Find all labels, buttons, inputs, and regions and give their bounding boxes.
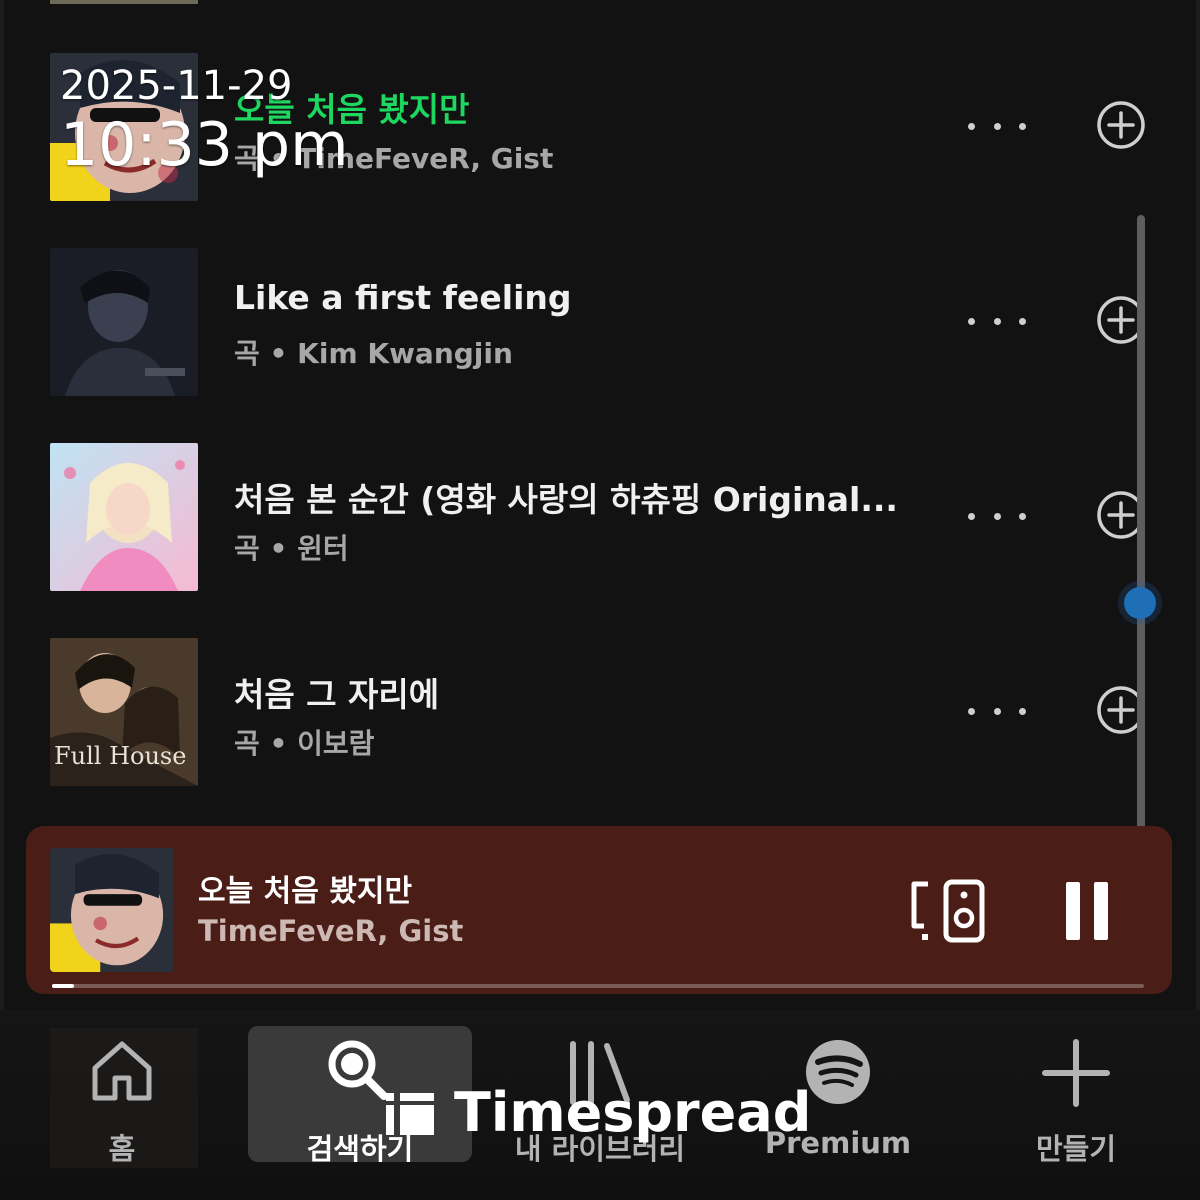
timestamp-time: 10:33 pm: [60, 110, 349, 180]
now-playing-art: [50, 848, 174, 972]
home-icon: [92, 1041, 152, 1101]
pause-button[interactable]: [1062, 882, 1112, 942]
nav-home[interactable]: 홈: [60, 1010, 184, 1180]
nav-create[interactable]: 만들기: [1020, 1010, 1132, 1180]
track-title: 처음 그 자리에: [234, 675, 440, 714]
add-circle-icon[interactable]: [1096, 100, 1146, 150]
more-options-button[interactable]: [968, 306, 1026, 336]
playback-progress-fill: [52, 984, 74, 988]
connect-device-icon[interactable]: [910, 878, 988, 944]
partial-album-art: [50, 0, 198, 4]
playback-progress-bar[interactable]: [52, 984, 1144, 988]
track-row[interactable]: 처음 본 순간 (영화 사랑의 하츄핑 Original... 곡 • 윈터: [0, 443, 1200, 593]
now-playing-artist: TimeFeveR, Gist: [198, 914, 464, 948]
scrollbar-thumb[interactable]: [1124, 587, 1156, 619]
timespread-logo-icon: [386, 1093, 434, 1135]
timestamp-overlay: 2025-11-29 10:33 pm: [60, 62, 349, 180]
track-title: Like a first feeling: [234, 278, 572, 317]
nav-label: 홈: [108, 1132, 136, 1166]
mini-player[interactable]: 오늘 처음 봤지만 TimeFeveR, Gist: [26, 826, 1172, 994]
plus-icon: [1042, 1039, 1110, 1107]
nav-label: 만들기: [1035, 1132, 1117, 1166]
track-subtitle: 곡 • 윈터: [234, 532, 349, 565]
track-subtitle: 곡 • 이보람: [234, 727, 375, 760]
album-art-caption: Full House: [54, 742, 187, 770]
track-row[interactable]: Like a first feeling 곡 • Kim Kwangjin: [0, 248, 1200, 398]
spotify-icon: [806, 1040, 870, 1104]
track-row[interactable]: Full House 처음 그 자리에 곡 • 이보람: [0, 638, 1200, 788]
album-art: [50, 248, 198, 396]
track-title: 처음 본 순간 (영화 사랑의 하츄핑 Original...: [234, 480, 898, 519]
timespread-watermark: Timespread: [386, 1080, 812, 1144]
more-options-button[interactable]: [968, 696, 1026, 726]
album-art: Full House: [50, 638, 198, 786]
now-playing-title: 오늘 처음 봤지만: [198, 874, 413, 909]
watermark-text: Timespread: [454, 1080, 812, 1144]
timestamp-date: 2025-11-29: [60, 63, 293, 109]
album-art: [50, 443, 198, 591]
more-options-button[interactable]: [968, 111, 1026, 141]
more-options-button[interactable]: [968, 501, 1026, 531]
track-subtitle: 곡 • Kim Kwangjin: [234, 337, 513, 370]
